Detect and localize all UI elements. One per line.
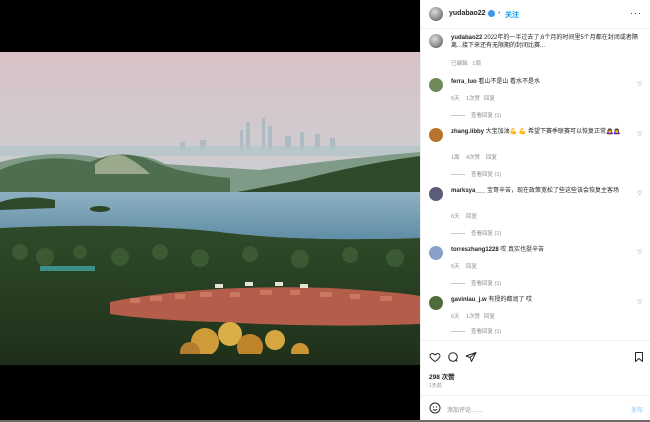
reply-button[interactable]: 回复: [466, 262, 477, 270]
comment-username[interactable]: zhang.libby: [451, 129, 484, 135]
verified-icon: [488, 10, 495, 17]
heart-icon[interactable]: [429, 351, 441, 363]
add-comment-bar: 添加评论…… 发布: [421, 395, 650, 422]
comment-likes[interactable]: 1次赞: [466, 312, 480, 320]
comment-avatar[interactable]: [429, 187, 443, 201]
edited-label: 已编辑 · 1周: [451, 61, 481, 67]
comment-username[interactable]: torreszhang1228: [451, 247, 499, 253]
author-username[interactable]: yudabao22: [449, 10, 486, 17]
comment-text: ferra_luo 看山不是山 看水不是水: [451, 79, 541, 85]
comment-like-icon[interactable]: ♡: [637, 191, 643, 197]
view-replies-button[interactable]: 查看回复 (1): [451, 327, 501, 335]
comments-section: yudabao22 2022年的一半过去了,6个月的时间里5个月都在封闭或者隔离…: [421, 28, 650, 340]
comment-age: 6天: [451, 264, 460, 270]
reply-button[interactable]: 回复: [484, 94, 495, 102]
caption-avatar[interactable]: [429, 34, 443, 48]
comment-like-icon[interactable]: ♡: [637, 132, 643, 138]
comment-username[interactable]: gavinlau_j.w: [451, 297, 487, 303]
comment-avatar[interactable]: [429, 78, 443, 92]
post-comment-button[interactable]: 发布: [631, 405, 643, 414]
post-photo[interactable]: [0, 52, 420, 365]
comment-age: 1周: [451, 155, 460, 161]
comment-age: 6天: [451, 214, 460, 220]
comment-text: zhang.libby 大宝加油💪 💪 希望下赛季联赛可以恢复正常🙇‍♀️🙇‍♀…: [451, 129, 621, 135]
emoji-icon[interactable]: [429, 402, 441, 414]
comment-avatar[interactable]: [429, 246, 443, 260]
comment-username[interactable]: ferra_luo: [451, 79, 477, 85]
comment-avatar[interactable]: [429, 296, 443, 310]
view-replies-button[interactable]: 查看回复 (1): [451, 229, 501, 237]
post-media: [0, 0, 420, 420]
reply-button[interactable]: 回复: [484, 312, 495, 320]
landscape-image: [0, 52, 420, 365]
comment-input[interactable]: 添加评论……: [447, 405, 483, 414]
post-sidebar: yudabao22 • 关注 ··· yudabao22 2022年的一半过去了…: [420, 0, 650, 420]
comment-age: 6天: [451, 96, 460, 102]
more-options-icon[interactable]: ···: [630, 8, 642, 18]
comment-like-icon[interactable]: ♡: [637, 250, 643, 256]
comment-username[interactable]: marksya___: [451, 188, 485, 194]
comment-avatar[interactable]: [429, 128, 443, 142]
comment-icon[interactable]: [447, 351, 459, 363]
share-icon[interactable]: [465, 351, 477, 363]
comment-like-icon[interactable]: ♡: [637, 300, 643, 306]
comment-likes[interactable]: 4次赞: [466, 153, 480, 161]
caption-username[interactable]: yudabao22: [451, 35, 482, 41]
reply-button[interactable]: 回复: [466, 212, 477, 220]
follow-button[interactable]: 关注: [505, 10, 519, 20]
author-avatar[interactable]: [429, 7, 443, 21]
comment-like-icon[interactable]: ♡: [637, 82, 643, 88]
bookmark-icon[interactable]: [633, 351, 645, 363]
view-replies-button[interactable]: 查看回复 (1): [451, 111, 501, 119]
post-modal: yudabao22 • 关注 ··· yudabao22 2022年的一半过去了…: [0, 0, 650, 420]
comment-text: gavinlau_j.w 有授的都润了 哎: [451, 297, 533, 303]
likes-count[interactable]: 298 次赞: [429, 371, 455, 381]
comment-text: marksya___ 宝哥辛苦，现在政策宽松了些这些该会恢复主客场: [451, 188, 620, 194]
separator-dot: •: [498, 10, 501, 17]
post-caption: yudabao22 2022年的一半过去了,6个月的时间里5个月都在封闭或者隔离…: [451, 34, 641, 50]
view-replies-button[interactable]: 查看回复 (1): [451, 279, 501, 287]
comment-likes[interactable]: 1次赞: [466, 94, 480, 102]
post-header: yudabao22 • 关注 ···: [421, 0, 650, 29]
reply-button[interactable]: 回复: [486, 153, 497, 161]
comment-text: torreszhang1228 哎 真实也挺辛苦: [451, 247, 545, 253]
post-time: 1天前: [429, 383, 442, 389]
comment-age: 6天: [451, 314, 460, 320]
view-replies-button[interactable]: 查看回复 (1): [451, 170, 501, 178]
post-actions: 298 次赞 1天前 添加评论…… 发布: [421, 340, 650, 421]
